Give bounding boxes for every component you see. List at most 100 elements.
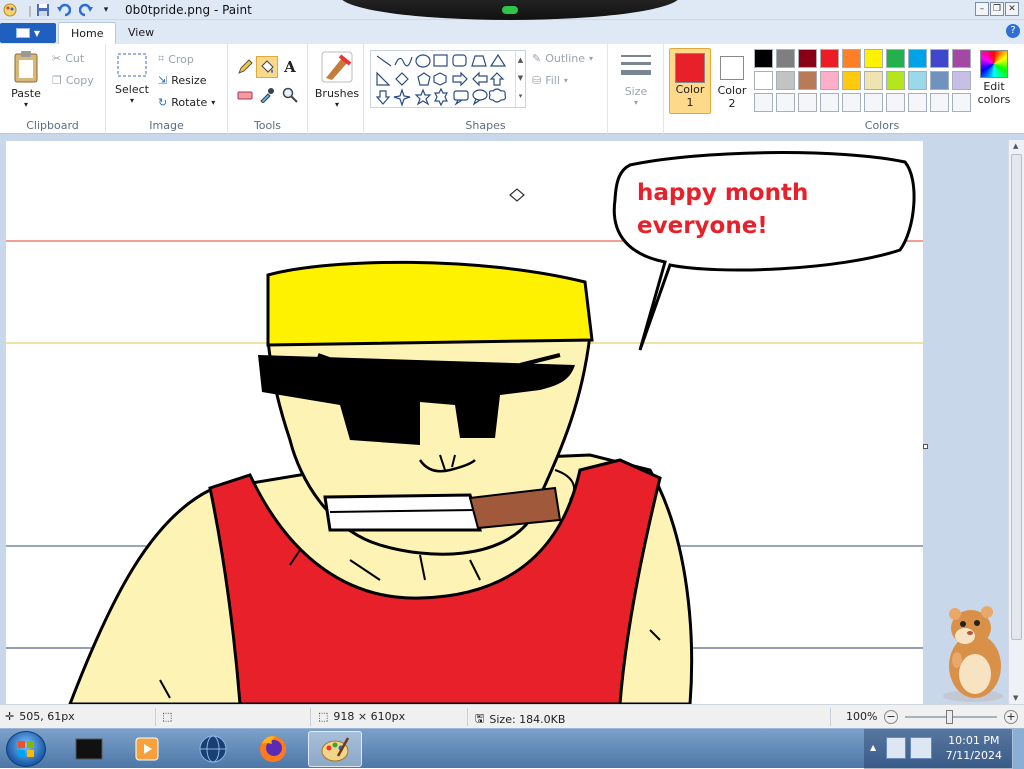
eraser-tool-button[interactable] xyxy=(234,84,256,106)
tools-group: A Tools xyxy=(228,44,308,134)
taskbar-firefox[interactable] xyxy=(246,731,300,767)
brushes-button[interactable]: Brushes ▾ xyxy=(314,50,360,109)
palette-swatch[interactable] xyxy=(952,49,971,68)
palette-swatch[interactable] xyxy=(776,71,795,90)
line-size-icon xyxy=(621,55,651,75)
start-button[interactable] xyxy=(6,731,46,767)
taskbar-browser[interactable] xyxy=(186,731,240,767)
close-button[interactable]: ✕ xyxy=(1005,2,1019,16)
palette-empty-slot[interactable] xyxy=(798,93,817,112)
ribbon-tabs: ▼ Home View ? xyxy=(0,20,1024,44)
zoom-slider-thumb[interactable] xyxy=(946,710,953,724)
help-icon[interactable]: ? xyxy=(1006,24,1020,38)
tab-view[interactable]: View xyxy=(116,22,166,44)
rotate-button[interactable]: ↻ Rotate ▾ xyxy=(158,96,215,109)
minimize-button[interactable]: – xyxy=(975,2,989,16)
colors-group: Edit colors Colors xyxy=(752,44,1012,134)
palette-swatch[interactable] xyxy=(754,49,773,68)
palette-empty-slot[interactable] xyxy=(776,93,795,112)
palette-empty-slot[interactable] xyxy=(754,93,773,112)
image-group: Select ▾ ⌗ Crop ⇲ Resize ↻ Rotate ▾ Image xyxy=(106,44,228,134)
copy-button[interactable]: ❐ Copy xyxy=(52,74,94,87)
network-icon[interactable] xyxy=(886,737,906,759)
taskbar-terminal[interactable] xyxy=(62,731,116,767)
taskbar-media-player[interactable] xyxy=(120,731,174,767)
shapes-scroll[interactable]: ▲ ▼ ▾ xyxy=(515,51,525,107)
taskbar-paint[interactable] xyxy=(308,731,362,767)
selection-icon: ⬚ xyxy=(162,710,173,723)
magnifier-button[interactable] xyxy=(279,84,301,106)
palette-swatch[interactable] xyxy=(754,71,773,90)
windows-logo-icon xyxy=(18,741,34,757)
palette-swatch[interactable] xyxy=(952,71,971,90)
paint-app-icon[interactable] xyxy=(2,2,18,18)
palette-empty-slot[interactable] xyxy=(842,93,861,112)
palette-empty-slot[interactable] xyxy=(908,93,927,112)
zoom-out-button[interactable]: − xyxy=(884,710,898,724)
brush-icon xyxy=(321,51,353,83)
palette-swatch[interactable] xyxy=(930,71,949,90)
paste-button[interactable]: Paste ▾ xyxy=(6,50,46,109)
customize-qa-dropdown-icon[interactable]: ▾ xyxy=(98,2,114,18)
palette-empty-slot[interactable] xyxy=(886,93,905,112)
file-menu-button[interactable]: ▼ xyxy=(0,23,56,43)
redo-icon[interactable] xyxy=(78,2,94,18)
resize-button[interactable]: ⇲ Resize xyxy=(158,74,206,87)
crop-button[interactable]: ⌗ Crop xyxy=(158,52,194,66)
text-tool-button[interactable]: A xyxy=(279,56,301,78)
show-desktop-button[interactable] xyxy=(1012,729,1024,769)
undo-icon[interactable] xyxy=(56,2,72,18)
palette-swatch[interactable] xyxy=(930,49,949,68)
palette-swatch[interactable] xyxy=(864,49,883,68)
vertical-scrollbar[interactable]: ▲ ▼ xyxy=(1008,140,1024,704)
zoom-level: 100% xyxy=(846,710,878,723)
tray-expand-icon[interactable]: ▲ xyxy=(870,743,876,752)
palette-swatch[interactable] xyxy=(798,71,817,90)
palette-swatch[interactable] xyxy=(820,71,839,90)
disk-icon: 🖫 xyxy=(475,712,485,725)
fill-tool-button[interactable] xyxy=(256,56,278,78)
palette-swatch[interactable] xyxy=(798,49,817,68)
size-button[interactable]: Size ▾ xyxy=(616,52,656,107)
clock[interactable]: 10:01 PM 7/11/2024 xyxy=(946,733,1002,763)
palette-empty-slot[interactable] xyxy=(930,93,949,112)
palette-swatch[interactable] xyxy=(886,71,905,90)
fill-button[interactable]: ⛁ Fill ▾ xyxy=(532,74,568,87)
restore-button[interactable]: ❐ xyxy=(990,2,1004,16)
color2-button[interactable]: Color 2 xyxy=(712,48,752,114)
shapes-group: ▲ ▼ ▾ ✎ Outline ▾ ⛁ Fill ▾ Shapes xyxy=(364,44,608,134)
hamster-desktop-pet[interactable] xyxy=(935,596,1010,706)
eyedropper-icon xyxy=(260,88,274,103)
resize-icon: ⇲ xyxy=(158,74,168,87)
zoom-in-button[interactable]: + xyxy=(1004,710,1018,724)
palette-swatch[interactable] xyxy=(842,49,861,68)
shapes-gallery[interactable]: ▲ ▼ ▾ xyxy=(370,50,526,108)
palette-swatch[interactable] xyxy=(820,49,839,68)
color1-button[interactable]: Color 1 xyxy=(669,48,711,114)
cursor-position: ✛ 505, 61px xyxy=(5,710,75,723)
palette-swatch[interactable] xyxy=(864,71,883,90)
palette-swatch[interactable] xyxy=(842,71,861,90)
color2-swatch xyxy=(720,56,744,80)
scrollbar-thumb[interactable] xyxy=(1011,154,1022,640)
canvas-resize-handle[interactable] xyxy=(923,444,928,449)
palette-swatch[interactable] xyxy=(886,49,905,68)
palette-empty-slot[interactable] xyxy=(820,93,839,112)
display-icon[interactable] xyxy=(910,737,932,759)
select-button[interactable]: Select ▾ xyxy=(114,52,150,105)
edit-colors-button[interactable]: Edit colors xyxy=(976,50,1012,106)
speech-bubble-text: happy month everyone! xyxy=(637,177,808,243)
palette-swatch[interactable] xyxy=(908,71,927,90)
outline-button[interactable]: ✎ Outline ▾ xyxy=(532,52,593,65)
save-icon[interactable] xyxy=(35,2,51,18)
color-picker-button[interactable] xyxy=(256,84,278,106)
shapes-group-label: Shapes xyxy=(465,119,506,132)
palette-empty-slot[interactable] xyxy=(952,93,971,112)
pencil-tool-button[interactable] xyxy=(234,56,256,78)
cut-button[interactable]: ✂ Cut xyxy=(52,52,84,65)
drawing-canvas[interactable]: happy month everyone! xyxy=(6,141,923,704)
palette-empty-slot[interactable] xyxy=(864,93,883,112)
palette-swatch[interactable] xyxy=(908,49,927,68)
palette-swatch[interactable] xyxy=(776,49,795,68)
tab-home[interactable]: Home xyxy=(58,22,117,44)
